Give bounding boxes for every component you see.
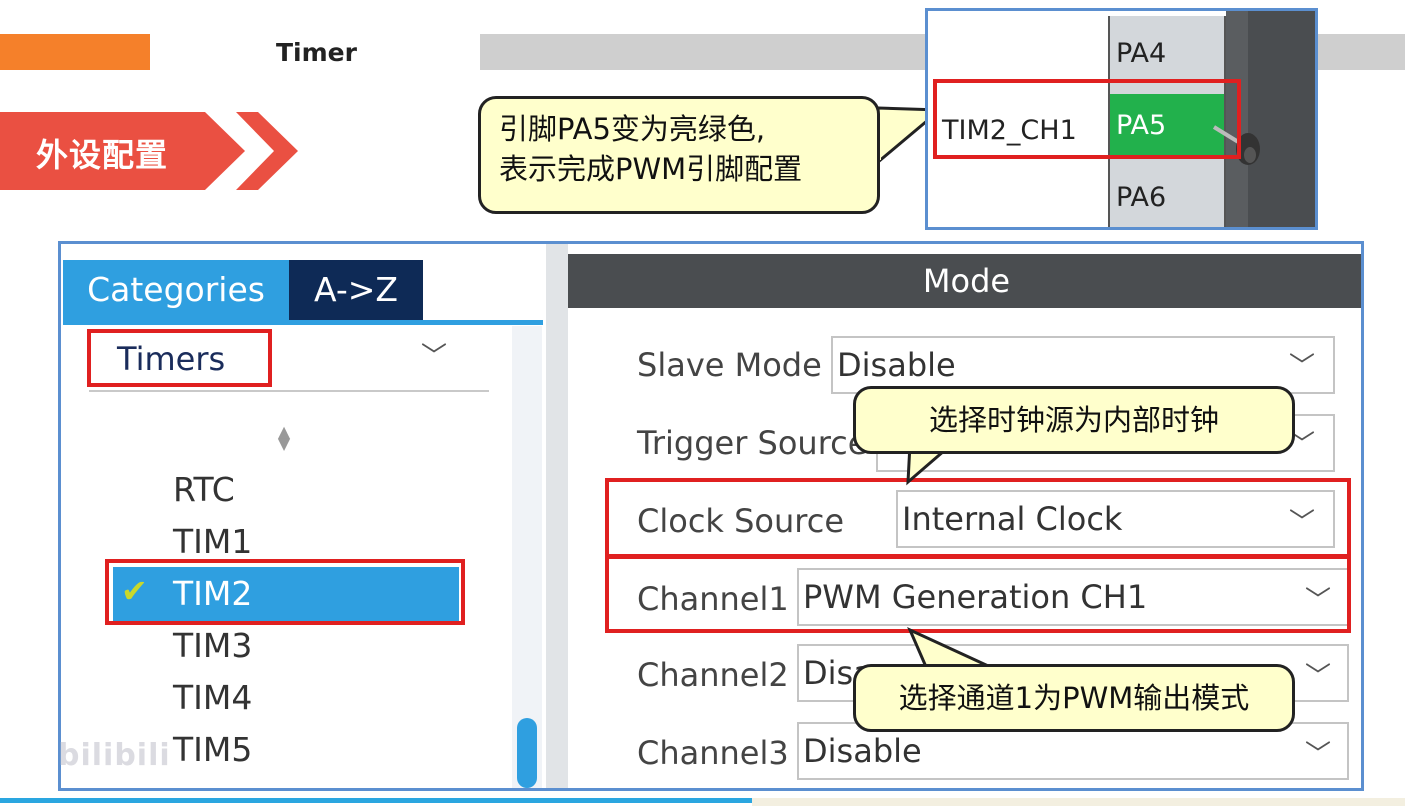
tree-item-tim1[interactable]: TIM1 [173,522,252,561]
category-select-underline [89,390,489,392]
slave-mode-label: Slave Mode [637,346,822,384]
tree-item-rtc[interactable]: RTC [173,470,235,509]
chevron-down-icon[interactable]: ﹀ [1305,656,1331,693]
section-tag-label: 外设配置 [36,136,169,174]
tim2-highlight-box [105,559,465,625]
clock-source-highlight-box [605,478,1351,558]
mode-header: Mode [568,254,1361,308]
channel3-label: Channel3 [637,734,789,772]
scrollbar-thumb[interactable] [517,718,537,788]
chevron-right-icon [236,112,298,190]
bottom-blue-line [0,798,752,803]
sort-icon[interactable]: ▲ ▼ [274,424,294,452]
chevron-down-icon[interactable]: ﹀ [1289,346,1315,383]
chevron-down-icon[interactable]: ﹀ [1305,734,1331,771]
callout-clock: 选择时钟源为内部时钟 [853,386,1295,454]
page-title: Timer [276,38,357,67]
bottom-beige-band [752,798,1405,806]
callout-pin: 引脚PA5变为亮绿色, 表示完成PWM引脚配置 [478,96,880,214]
watermark: bilibili [58,738,171,773]
tree-item-tim5[interactable]: TIM5 [173,730,252,769]
pane-divider[interactable] [546,244,568,788]
pin-pa6[interactable]: PA6 [1110,166,1224,227]
callout-pin-line2: 表示完成PWM引脚配置 [499,152,803,186]
tab-underline [63,320,543,325]
header-orange-bar [0,34,150,70]
chevron-down-icon[interactable]: ﹀ [421,336,447,373]
pin-highlight-box [933,79,1241,159]
trigger-source-label: Trigger Source [637,424,868,462]
callout-channel: 选择通道1为PWM输出模式 [853,664,1295,732]
tree-item-tim3[interactable]: TIM3 [173,626,252,665]
tab-a-z[interactable]: A->Z [289,260,423,320]
channel2-label: Channel2 [637,656,789,694]
tree-item-tim4[interactable]: TIM4 [173,678,252,717]
pin-pa4[interactable]: PA4 [1110,22,1224,86]
category-highlight-box [87,329,272,387]
categories-pane [61,244,546,788]
tab-categories[interactable]: Categories [63,260,289,320]
channel1-highlight-box [605,555,1351,633]
callout-pin-line1: 引脚PA5变为亮绿色, [499,112,766,146]
